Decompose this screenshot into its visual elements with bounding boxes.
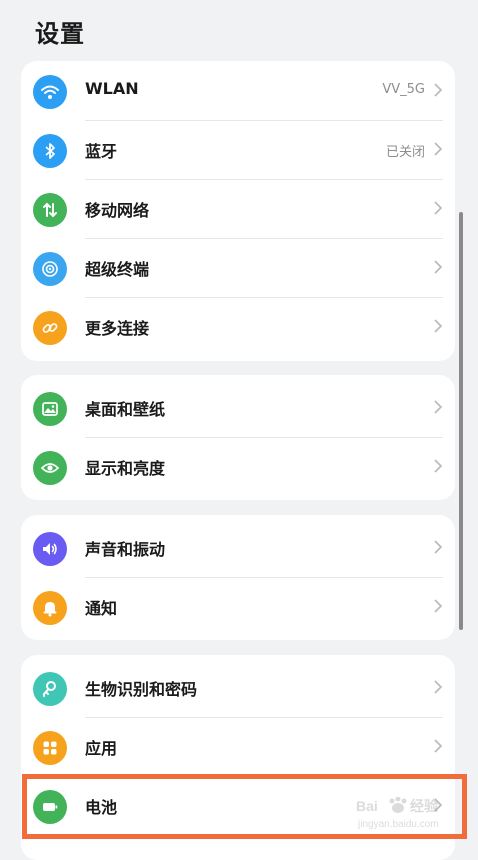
scrollbar[interactable] (459, 212, 463, 630)
settings-item-label: 桌面和壁纸 (85, 400, 166, 419)
settings-item-label: 显示和亮度 (85, 459, 166, 478)
wifi-icon (33, 75, 67, 109)
chevron-right-icon (434, 680, 443, 694)
settings-item-sound[interactable]: 声音和振动 (21, 518, 455, 577)
settings-item-label: 移动网络 (85, 201, 150, 220)
settings-item-label: 生物识别和密码 (85, 680, 198, 699)
svg-text:jingyan.baidu.com: jingyan.baidu.com (357, 819, 439, 830)
settings-group-connectivity: WLAN VV_5G 蓝牙 已关闭 移动网络 超级终端 更多连接 (21, 61, 455, 361)
settings-item-label: 应用 (85, 739, 118, 758)
chevron-right-icon (434, 260, 443, 274)
settings-item-notifications[interactable]: 通知 (21, 577, 455, 636)
eye-icon (33, 451, 67, 485)
chevron-right-icon (434, 83, 443, 97)
bluetooth-icon (33, 134, 67, 168)
settings-item-label: 蓝牙 (85, 142, 118, 161)
baidu-jingyan-watermark: Bai 经验 jingyan.baidu.com (356, 797, 439, 830)
page-title: 设置 (35, 20, 85, 48)
speaker-icon (33, 532, 67, 566)
settings-item-super-device[interactable]: 超级终端 (21, 238, 455, 297)
wlan-status-value: VV_5G (382, 82, 425, 97)
settings-item-apps[interactable]: 应用 (21, 717, 455, 776)
svg-text:Bai: Bai (356, 798, 378, 814)
link-icon (33, 311, 67, 345)
settings-item-bluetooth[interactable]: 蓝牙 已关闭 (21, 120, 455, 179)
chevron-right-icon (434, 142, 443, 156)
settings-item-label: 通知 (85, 599, 118, 618)
settings-item-wallpaper[interactable]: 桌面和壁纸 (21, 378, 455, 437)
chevron-right-icon (434, 599, 443, 613)
key-icon (33, 672, 67, 706)
settings-item-mobile-network[interactable]: 移动网络 (21, 179, 455, 238)
settings-item-biometrics[interactable]: 生物识别和密码 (21, 658, 455, 717)
apps-icon (33, 731, 67, 765)
wallpaper-icon (33, 392, 67, 426)
settings-item-label: 声音和振动 (85, 540, 166, 559)
settings-item-label: 超级终端 (85, 260, 150, 279)
svg-text:经验: 经验 (410, 798, 439, 814)
settings-item-more-connections[interactable]: 更多连接 (21, 297, 455, 356)
mobile-data-icon (33, 193, 67, 227)
settings-item-label: WLAN (85, 79, 139, 98)
super-device-icon (33, 252, 67, 286)
chevron-right-icon (434, 459, 443, 473)
settings-group-display: 桌面和壁纸 显示和亮度 (21, 375, 455, 500)
chevron-right-icon (434, 739, 443, 753)
chevron-right-icon (434, 400, 443, 414)
settings-group-sound: 声音和振动 通知 (21, 515, 455, 640)
chevron-right-icon (434, 319, 443, 333)
settings-item-wlan[interactable]: WLAN VV_5G (21, 61, 455, 120)
chevron-right-icon (434, 201, 443, 215)
chevron-right-icon (434, 540, 443, 554)
settings-item-label: 更多连接 (85, 319, 150, 338)
bluetooth-status-value: 已关闭 (385, 145, 425, 160)
settings-item-display[interactable]: 显示和亮度 (21, 437, 455, 496)
bell-icon (33, 591, 67, 625)
